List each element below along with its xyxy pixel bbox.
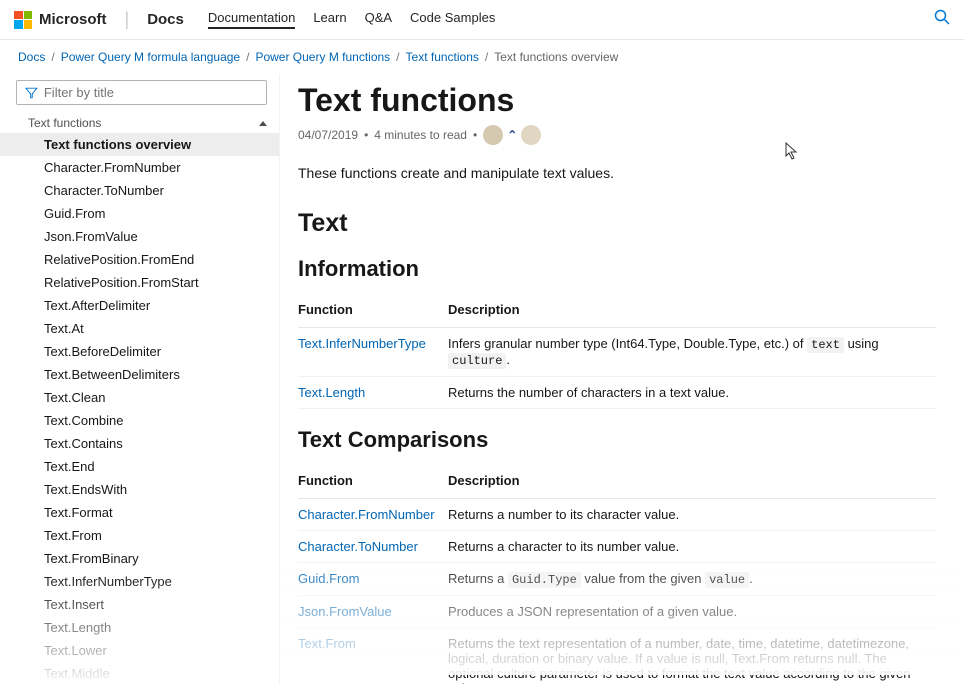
section-heading-text: Text xyxy=(298,209,936,238)
function-link[interactable]: Text.From xyxy=(298,636,356,651)
table-row: Guid.From Returns a Guid.Type value from … xyxy=(298,563,936,596)
top-nav-item[interactable]: Learn xyxy=(313,10,346,29)
article-meta: 04/07/2019 • 4 minutes to read • ⌃ xyxy=(298,125,936,145)
toc-item[interactable]: Text.BeforeDelimiter xyxy=(0,340,279,363)
filter-input[interactable] xyxy=(44,85,258,100)
brand-label: Microsoft xyxy=(39,11,107,28)
toc-item[interactable]: RelativePosition.FromStart xyxy=(0,271,279,294)
top-nav: Documentation Learn Q&A Code Samples xyxy=(208,10,495,29)
toc-item[interactable]: Text.Format xyxy=(0,501,279,524)
toc-item[interactable]: Text.FromBinary xyxy=(0,547,279,570)
toc-item[interactable]: Text.BetweenDelimiters xyxy=(0,363,279,386)
function-link[interactable]: Character.ToNumber xyxy=(298,539,418,554)
top-nav-item[interactable]: Documentation xyxy=(208,10,295,29)
function-table: FunctionDescription Text.InferNumberType I… xyxy=(298,292,936,409)
toc-item[interactable]: Text.Clean xyxy=(0,386,279,409)
function-link[interactable]: Text.Length xyxy=(298,385,365,400)
top-header: Microsoft | Docs Documentation Learn Q&A Co… xyxy=(0,0,964,40)
toc-item[interactable]: Text.Length xyxy=(0,616,279,639)
toc-item[interactable]: Text.Insert xyxy=(0,593,279,616)
filter-input-wrap[interactable] xyxy=(16,80,267,105)
toc-item[interactable]: Text.Contains xyxy=(0,432,279,455)
function-description: Produces a JSON representation of a give… xyxy=(448,596,936,628)
divider: | xyxy=(125,9,130,30)
th-description: Description xyxy=(448,463,936,499)
avatar xyxy=(521,125,541,145)
function-description: Returns the text representation of a num… xyxy=(448,628,936,684)
inline-code: text xyxy=(807,337,844,353)
table-row: Text.Length Returns the number of charact… xyxy=(298,377,936,409)
breadcrumb: Docs/Power Query M formula language/Powe… xyxy=(0,40,964,74)
chevron-icon: ⌃ xyxy=(507,128,517,142)
search-icon[interactable] xyxy=(934,9,950,30)
microsoft-logo-icon xyxy=(14,11,32,29)
toc-item[interactable]: RelativePosition.FromEnd xyxy=(0,248,279,271)
top-nav-item[interactable]: Code Samples xyxy=(410,10,495,29)
contributors[interactable]: ⌃ xyxy=(483,125,541,145)
toc-item[interactable]: Text.Combine xyxy=(0,409,279,432)
toc-item[interactable]: Text.Middle xyxy=(0,662,279,684)
th-description: Description xyxy=(448,292,936,328)
toc-item[interactable]: Json.FromValue xyxy=(0,225,279,248)
toc-group-label: Text functions xyxy=(28,116,101,130)
function-description: Returns a number to its character value. xyxy=(448,499,936,531)
table-row: Character.ToNumber Returns a character to… xyxy=(298,531,936,563)
toc-item[interactable]: Character.ToNumber xyxy=(0,179,279,202)
toc-item[interactable]: Text functions overview xyxy=(0,133,279,156)
subsection-heading: Text Comparisons xyxy=(298,427,936,453)
filter-icon xyxy=(25,86,38,100)
read-time: 4 minutes to read xyxy=(374,128,467,142)
table-row: Character.FromNumber Returns a number to … xyxy=(298,499,936,531)
microsoft-brand[interactable]: Microsoft xyxy=(14,11,107,29)
function-description: Infers granular number type (Int64.Type,… xyxy=(448,328,936,377)
toc-item[interactable]: Text.InferNumberType xyxy=(0,570,279,593)
page-title: Text functions xyxy=(298,82,936,119)
chevron-up-icon xyxy=(259,121,267,126)
main-content: Text functions 04/07/2019 • 4 minutes to… xyxy=(280,74,964,684)
function-link[interactable]: Text.InferNumberType xyxy=(298,336,426,351)
toc-item[interactable]: Text.End xyxy=(0,455,279,478)
function-link[interactable]: Guid.From xyxy=(298,571,359,586)
sidebar: Text functions Text functions overviewCh… xyxy=(0,74,280,684)
toc-item[interactable]: Text.AfterDelimiter xyxy=(0,294,279,317)
inline-code: Guid.Type xyxy=(508,572,581,588)
breadcrumb-link[interactable]: Text functions xyxy=(406,50,479,64)
table-row: Text.From Returns the text representation… xyxy=(298,628,936,684)
toc-item[interactable]: Text.At xyxy=(0,317,279,340)
function-link[interactable]: Json.FromValue xyxy=(298,604,392,619)
toc-item[interactable]: Text.From xyxy=(0,524,279,547)
function-description: Returns a Guid.Type value from the given… xyxy=(448,563,936,596)
inline-code: culture xyxy=(448,353,506,369)
inline-code: value xyxy=(705,572,749,588)
breadcrumb-link[interactable]: Power Query M functions xyxy=(255,50,390,64)
th-function: Function xyxy=(298,292,448,328)
function-link[interactable]: Character.FromNumber xyxy=(298,507,435,522)
toc-item[interactable]: Text.EndsWith xyxy=(0,478,279,501)
table-row: Text.InferNumberType Infers granular numb… xyxy=(298,328,936,377)
product-name[interactable]: Docs xyxy=(147,11,184,28)
avatar xyxy=(483,125,503,145)
mouse-cursor-icon xyxy=(785,142,799,160)
top-nav-item[interactable]: Q&A xyxy=(365,10,392,29)
breadcrumb-link[interactable]: Power Query M formula language xyxy=(61,50,240,64)
table-row: Json.FromValue Produces a JSON representa… xyxy=(298,596,936,628)
toc-item[interactable]: Guid.From xyxy=(0,202,279,225)
function-table: FunctionDescription Character.FromNumber R… xyxy=(298,463,936,684)
function-description: Returns the number of characters in a te… xyxy=(448,377,936,409)
toc-item[interactable]: Character.FromNumber xyxy=(0,156,279,179)
function-description: Returns a character to its number value. xyxy=(448,531,936,563)
th-function: Function xyxy=(298,463,448,499)
subsection-heading: Information xyxy=(298,256,936,282)
breadcrumb-current: Text functions overview xyxy=(494,50,618,64)
intro-text: These functions create and manipulate te… xyxy=(298,165,936,181)
toc[interactable]: Text functions Text functions overviewCh… xyxy=(0,113,279,684)
toc-group-header[interactable]: Text functions xyxy=(0,113,279,133)
breadcrumb-link[interactable]: Docs xyxy=(18,50,45,64)
toc-item[interactable]: Text.Lower xyxy=(0,639,279,662)
article-date: 04/07/2019 xyxy=(298,128,358,142)
